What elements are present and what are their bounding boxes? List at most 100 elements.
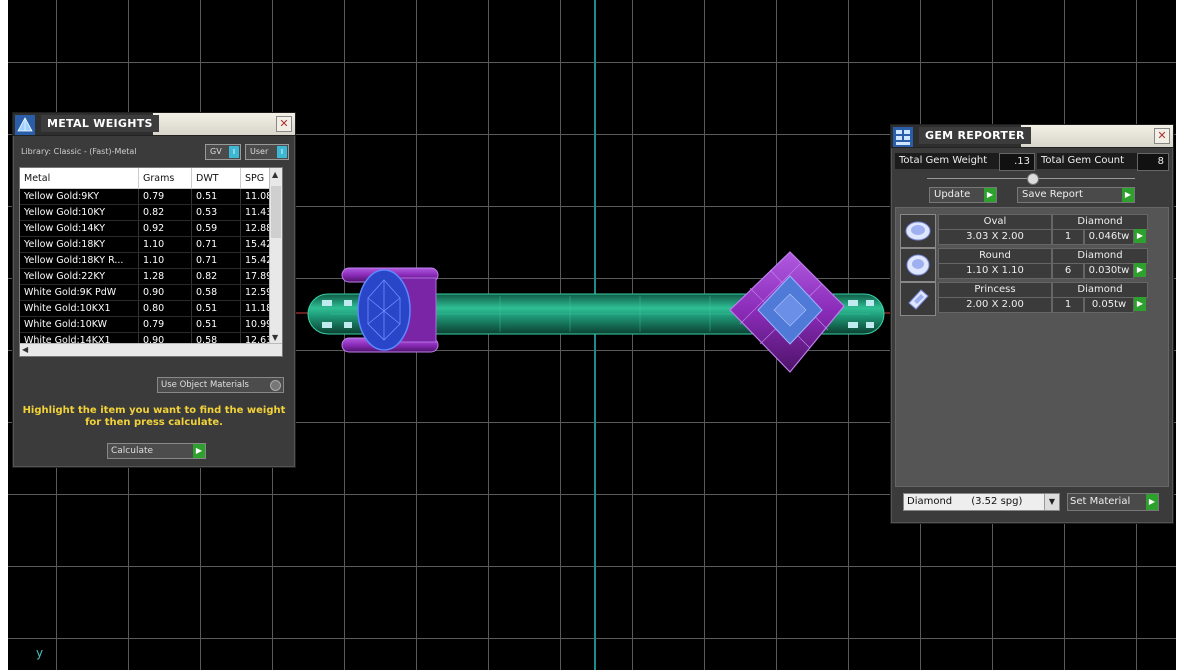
cell-grams: 0.92 xyxy=(138,220,192,237)
cell-metal: Yellow Gold:18KY xyxy=(20,236,139,253)
cell-grams: 1.10 xyxy=(138,252,192,269)
gem-row[interactable]: Round 1.10 X 1.10 Diamond 6 0.030tw ▶ xyxy=(900,248,1148,282)
total-gem-count-value: 8 xyxy=(1137,153,1169,171)
cell-grams: 0.82 xyxy=(138,204,192,221)
cell-dwt: 0.51 xyxy=(191,188,241,205)
radio-icon xyxy=(270,380,281,391)
update-button[interactable]: Update ▶ xyxy=(929,187,997,203)
metal-weights-titlebar[interactable]: METAL WEIGHTS ✕ xyxy=(13,113,295,136)
scroll-up-icon[interactable]: ▲ xyxy=(272,170,278,179)
table-row[interactable]: White Gold:10KX1 0.80 0.51 11.18 xyxy=(20,300,282,317)
oval-gem-icon xyxy=(900,214,936,248)
table-row[interactable]: Yellow Gold:22KY 1.28 0.82 17.89 xyxy=(20,268,282,285)
table-row[interactable]: Yellow Gold:18KY R... 1.10 0.71 15.42 xyxy=(20,252,282,269)
col-grams[interactable]: Grams xyxy=(138,168,192,189)
gem-count: 6 xyxy=(1052,263,1084,279)
gem-material: Diamond xyxy=(1052,248,1148,264)
viewport-right-border xyxy=(1176,0,1200,670)
gem-reporter-titlebar[interactable]: GEM REPORTER ✕ xyxy=(891,125,1173,148)
gem-reporter-panel: GEM REPORTER ✕ Total Gem Weight .13 Tota… xyxy=(890,124,1174,524)
use-object-materials-option[interactable]: Use Object Materials xyxy=(157,377,284,393)
ring-3d-model[interactable] xyxy=(300,248,900,380)
cell-metal: White Gold:10KW xyxy=(20,316,139,333)
set-material-play-icon: ▶ xyxy=(1146,494,1158,510)
gem-row-play-icon[interactable]: ▶ xyxy=(1134,297,1146,311)
table-row[interactable]: Yellow Gold:14KY 0.92 0.59 12.88 xyxy=(20,220,282,237)
user-toggle-icon: ı xyxy=(277,146,287,158)
gem-row-play-icon[interactable]: ▶ xyxy=(1134,263,1146,277)
cell-metal: Yellow Gold:18KY R... xyxy=(20,252,139,269)
metal-table[interactable]: Metal Grams DWT SPG Yellow Gold:9KY 0.79 0… xyxy=(19,167,283,357)
scroll-down-icon[interactable]: ▼ xyxy=(272,333,278,342)
metal-weights-close-icon[interactable]: ✕ xyxy=(276,116,292,132)
scroll-thumb[interactable] xyxy=(271,186,281,238)
cell-dwt: 0.51 xyxy=(191,316,241,333)
cell-grams: 1.10 xyxy=(138,236,192,253)
gem-size: 3.03 X 2.00 xyxy=(938,229,1052,245)
table-row[interactable]: White Gold:10KW 0.79 0.51 10.99 xyxy=(20,316,282,333)
table-row[interactable]: Yellow Gold:18KY 1.10 0.71 15.42 xyxy=(20,236,282,253)
metal-weights-panel: METAL WEIGHTS ✕ Library: Classic - (Fast… xyxy=(12,112,296,468)
col-metal[interactable]: Metal xyxy=(20,168,139,189)
metal-table-horizontal-scrollbar[interactable]: ◀ xyxy=(20,343,282,356)
cell-dwt: 0.58 xyxy=(191,284,241,301)
gem-weight: 0.05tw xyxy=(1084,297,1134,313)
cell-metal: White Gold:9K PdW xyxy=(20,284,139,301)
cell-grams: 0.80 xyxy=(138,300,192,317)
cell-grams: 0.90 xyxy=(138,284,192,301)
princess-gem-setting xyxy=(729,251,845,373)
cell-dwt: 0.82 xyxy=(191,268,241,285)
gem-row-play-icon[interactable]: ▶ xyxy=(1134,229,1146,243)
gem-weight: 0.030tw xyxy=(1084,263,1134,279)
gem-weight: 0.046tw xyxy=(1084,229,1134,245)
gem-row[interactable]: Princess 2.00 X 2.00 Diamond 1 0.05tw ▶ xyxy=(900,282,1148,316)
gem-size: 1.10 X 1.10 xyxy=(938,263,1052,279)
user-toggle[interactable]: User ı xyxy=(245,144,289,160)
gem-material: Diamond xyxy=(1052,214,1148,230)
gem-list[interactable]: Oval 3.03 X 2.00 Diamond 1 0.046tw ▶ Round 1.10… xyxy=(895,207,1169,487)
gem-count: 1 xyxy=(1052,229,1084,245)
update-play-icon: ▶ xyxy=(984,188,996,202)
play-icon: ▶ xyxy=(193,444,205,458)
gem-shape: Oval xyxy=(938,214,1052,230)
gv-toggle[interactable]: GV ı xyxy=(205,144,241,160)
round-gem-icon xyxy=(900,248,936,282)
gem-reporter-title: GEM REPORTER xyxy=(919,127,1031,144)
total-gem-count-label: Total Gem Count xyxy=(1037,153,1141,169)
gem-row[interactable]: Oval 3.03 X 2.00 Diamond 1 0.046tw ▶ xyxy=(900,214,1148,248)
gem-shape: Round xyxy=(938,248,1052,264)
gem-size: 2.00 X 2.00 xyxy=(938,297,1052,313)
metal-weights-title: METAL WEIGHTS xyxy=(41,115,159,132)
calculate-button[interactable]: Calculate ▶ xyxy=(107,443,206,459)
table-row[interactable]: Yellow Gold:10KY 0.82 0.53 11.43 xyxy=(20,204,282,221)
material-select[interactable]: Diamond (3.52 spg) ▼ xyxy=(903,493,1060,511)
save-report-play-icon: ▶ xyxy=(1122,188,1134,202)
cell-dwt: 0.71 xyxy=(191,236,241,253)
table-row[interactable]: Yellow Gold:9KY 0.79 0.51 11.08 xyxy=(20,188,282,205)
gv-toggle-icon: ı xyxy=(229,146,239,158)
cell-grams: 0.79 xyxy=(138,188,192,205)
save-report-button[interactable]: Save Report ▶ xyxy=(1017,187,1135,203)
scroll-left-icon[interactable]: ◀ xyxy=(22,345,28,354)
metal-weights-app-icon xyxy=(15,115,35,135)
metal-table-header: Metal Grams DWT SPG xyxy=(20,168,282,189)
cell-dwt: 0.51 xyxy=(191,300,241,317)
viewport-left-border xyxy=(0,0,8,670)
cell-metal: Yellow Gold:9KY xyxy=(20,188,139,205)
set-material-button[interactable]: Set Material ▶ xyxy=(1067,493,1159,511)
cell-grams: 0.79 xyxy=(138,316,192,333)
total-gem-weight-label: Total Gem Weight xyxy=(895,153,1001,169)
collapse-knob-icon[interactable] xyxy=(1027,173,1039,185)
cell-metal: Yellow Gold:10KY xyxy=(20,204,139,221)
gem-material: Diamond xyxy=(1052,282,1148,298)
cell-metal: Yellow Gold:22KY xyxy=(20,268,139,285)
library-label: Library: Classic - (Fast)-Metal xyxy=(21,147,137,156)
gem-shape: Princess xyxy=(938,282,1052,298)
table-row[interactable]: White Gold:9K PdW 0.90 0.58 12.59 xyxy=(20,284,282,301)
cell-dwt: 0.59 xyxy=(191,220,241,237)
metal-table-vertical-scrollbar[interactable]: ▲ ▼ xyxy=(269,168,282,344)
chevron-down-icon: ▼ xyxy=(1044,494,1059,510)
gem-reporter-app-icon xyxy=(893,127,913,147)
col-dwt[interactable]: DWT xyxy=(191,168,241,189)
gem-reporter-close-icon[interactable]: ✕ xyxy=(1154,128,1170,144)
